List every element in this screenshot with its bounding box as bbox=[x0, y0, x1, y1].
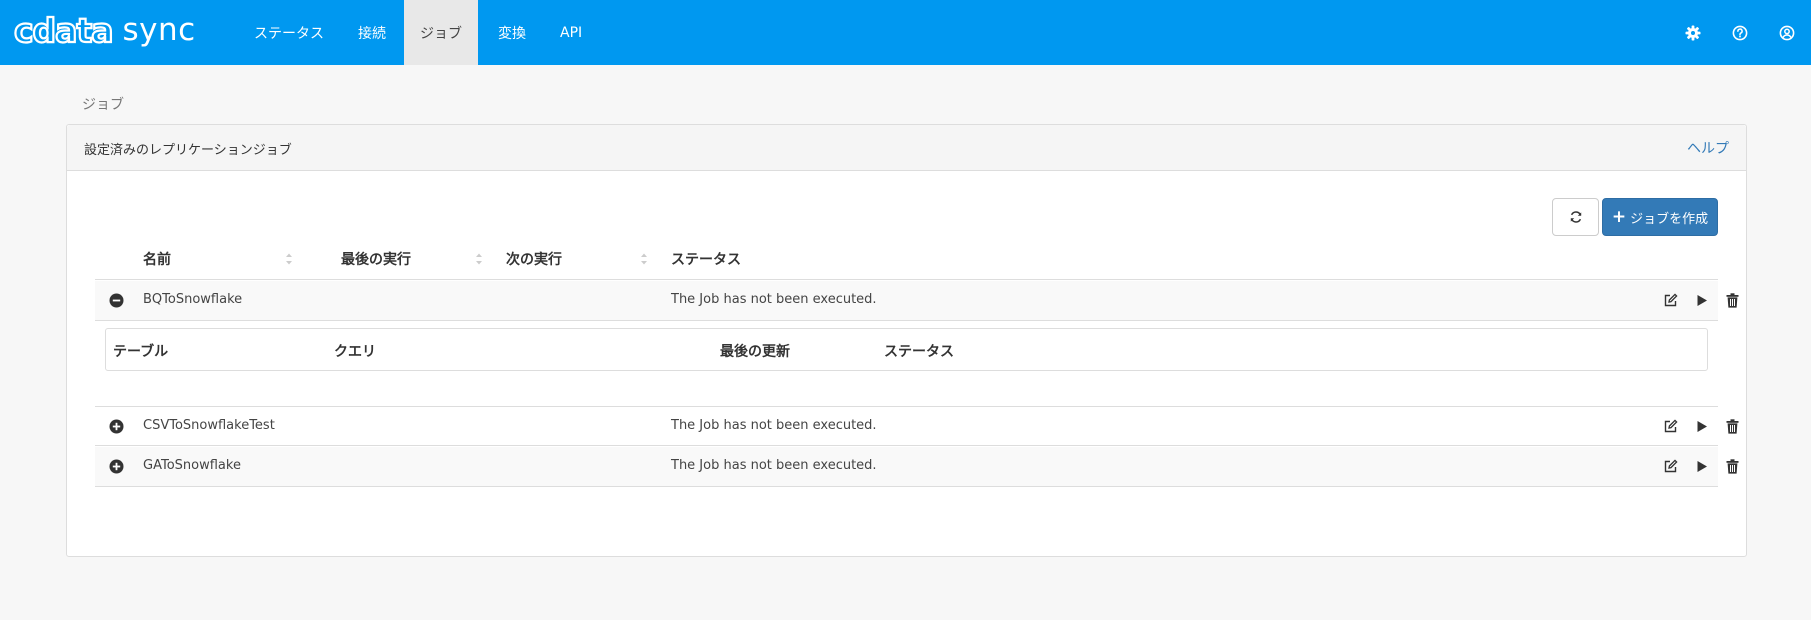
jobs-table-header: 名前 最後の実行 次の実行 ステータス bbox=[95, 238, 1718, 280]
table-row: CSVToSnowflakeTest The Job has not been … bbox=[95, 406, 1739, 446]
play-icon[interactable] bbox=[1693, 458, 1710, 475]
subcol-table: テーブル bbox=[113, 344, 169, 360]
play-icon[interactable] bbox=[1693, 292, 1710, 309]
create-job-label: ジョブを作成 bbox=[1630, 211, 1709, 227]
expand-icon[interactable] bbox=[109, 459, 124, 474]
user-icon[interactable] bbox=[1777, 23, 1797, 43]
row-actions bbox=[1662, 458, 1755, 475]
main-nav: ステータス 接続 ジョブ 変換 API bbox=[240, 0, 602, 65]
edit-icon[interactable] bbox=[1662, 418, 1679, 435]
job-name: GAToSnowflake bbox=[143, 458, 241, 473]
subcol-query: クエリ bbox=[334, 344, 376, 360]
job-name: CSVToSnowflakeTest bbox=[143, 418, 275, 433]
table-row: GAToSnowflake The Job has not been execu… bbox=[95, 447, 1739, 487]
sort-icon[interactable] bbox=[640, 252, 648, 266]
edit-icon[interactable] bbox=[1662, 458, 1679, 475]
help-link[interactable]: ヘルプ bbox=[1687, 138, 1729, 158]
refresh-icon bbox=[1570, 211, 1581, 223]
nav-connections-label: 接続 bbox=[358, 25, 386, 42]
gear-icon[interactable] bbox=[1683, 23, 1703, 43]
help-icon[interactable] bbox=[1730, 23, 1750, 43]
job-status: The Job has not been executed. bbox=[671, 418, 877, 433]
edit-icon[interactable] bbox=[1662, 292, 1679, 309]
row-actions bbox=[1662, 418, 1755, 435]
create-job-button[interactable]: + ジョブを作成 bbox=[1602, 198, 1718, 236]
sort-icon[interactable] bbox=[475, 252, 483, 266]
nav-status-label: ステータス bbox=[254, 25, 324, 42]
logo-mark: cdata bbox=[13, 11, 115, 50]
table-row: BQToSnowflake The Job has not been execu… bbox=[95, 281, 1739, 321]
jobs-panel: 設定済みのレプリケーションジョブ ヘルプ + ジョブを作成 名前 最後の実行 次… bbox=[66, 124, 1747, 557]
nav-api-label: API bbox=[560, 24, 583, 41]
breadcrumb: ジョブ bbox=[82, 97, 124, 113]
col-last-run[interactable]: 最後の実行 bbox=[341, 238, 411, 280]
play-icon[interactable] bbox=[1693, 418, 1710, 435]
nav-api[interactable]: API bbox=[546, 0, 596, 65]
nav-transformations[interactable]: 変換 bbox=[484, 0, 540, 65]
refresh-button[interactable] bbox=[1552, 198, 1599, 236]
job-name: BQToSnowflake bbox=[143, 292, 243, 307]
collapse-icon[interactable] bbox=[109, 293, 124, 308]
nav-connections[interactable]: 接続 bbox=[344, 0, 400, 65]
subcol-status: ステータス bbox=[884, 344, 954, 360]
trash-icon[interactable] bbox=[1724, 458, 1741, 475]
col-status: ステータス bbox=[671, 252, 741, 268]
job-status: The Job has not been executed. bbox=[671, 292, 877, 307]
col-next-run[interactable]: 次の実行 bbox=[506, 238, 562, 280]
nav-transformations-label: 変換 bbox=[498, 25, 526, 42]
nav-jobs[interactable]: ジョブ bbox=[404, 0, 478, 65]
nav-jobs-label: ジョブ bbox=[420, 25, 462, 42]
app-logo[interactable]: cdata sync bbox=[13, 8, 196, 53]
subcol-last-updated: 最後の更新 bbox=[720, 344, 790, 360]
sort-icon[interactable] bbox=[285, 252, 293, 266]
panel-header: 設定済みのレプリケーションジョブ ヘルプ bbox=[67, 125, 1746, 171]
panel-title: 設定済みのレプリケーションジョブ bbox=[84, 143, 292, 158]
top-navbar: cdata sync ステータス 接続 ジョブ 変換 API bbox=[0, 0, 1811, 65]
expand-icon[interactable] bbox=[109, 419, 124, 434]
top-icons bbox=[1656, 0, 1797, 65]
trash-icon[interactable] bbox=[1724, 292, 1741, 309]
row-actions bbox=[1662, 292, 1755, 309]
plus-icon: + bbox=[1611, 206, 1627, 227]
job-tables-subtable: テーブル クエリ 最後の更新 ステータス bbox=[105, 328, 1708, 371]
col-name[interactable]: 名前 bbox=[143, 238, 171, 280]
trash-icon[interactable] bbox=[1724, 418, 1741, 435]
nav-status[interactable]: ステータス bbox=[240, 0, 338, 65]
logo-word: sync bbox=[122, 12, 196, 48]
job-status: The Job has not been executed. bbox=[671, 458, 877, 473]
